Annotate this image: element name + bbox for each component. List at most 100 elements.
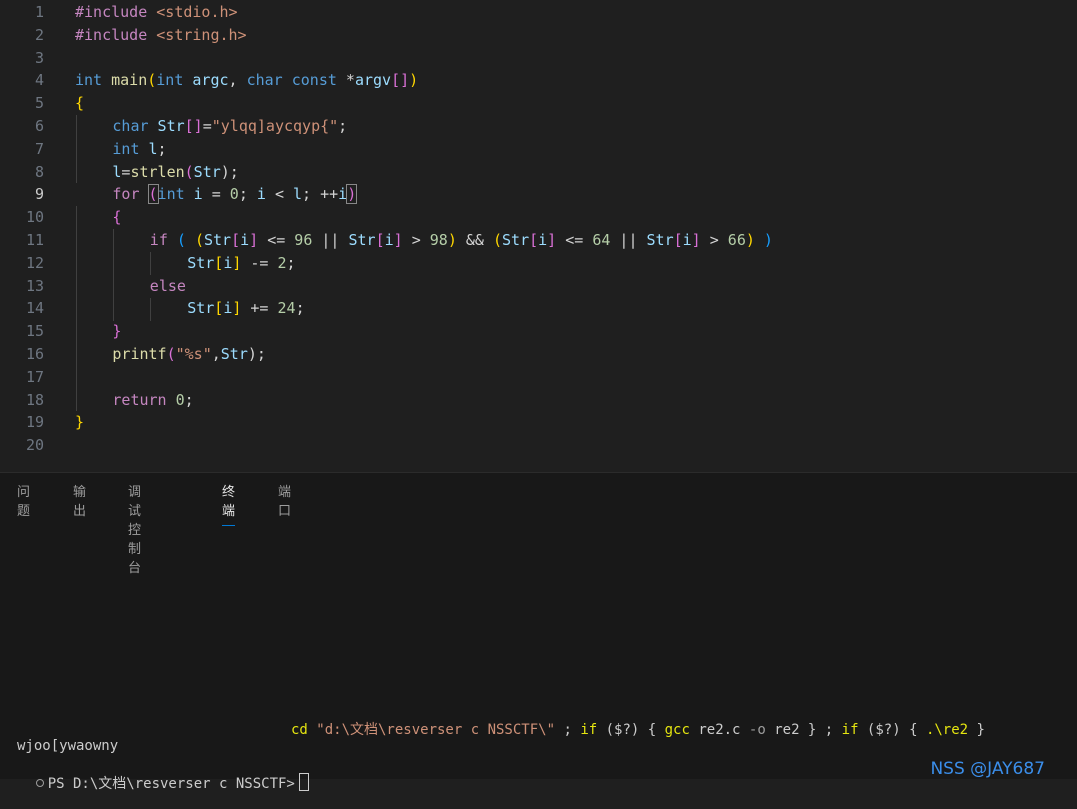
watermark: NSS @JAY687 <box>930 759 1045 779</box>
code-token: -= <box>241 253 278 272</box>
code-token: ; ++ <box>302 185 339 204</box>
code-token: i <box>256 185 266 204</box>
code-token: ] <box>547 231 557 249</box>
code-line[interactable]: 17 <box>0 366 1077 389</box>
code-token: Str <box>203 231 232 249</box>
terminal-prompt-line[interactable]: PS D:\文档\resverser c NSSCTF> <box>2 757 309 809</box>
code-editor[interactable]: 1 #include <stdio.h> 2 #include <string.h> 3… <box>0 0 1077 472</box>
code-token: [ <box>375 231 385 249</box>
code-line[interactable]: 13 else <box>0 275 1077 298</box>
code-token: = <box>202 117 212 135</box>
code-line[interactable]: 2 #include <string.h> <box>0 24 1077 47</box>
code-token: l <box>293 185 303 204</box>
code-line[interactable]: 12 Str[i] -= 2; <box>0 252 1077 275</box>
code-line[interactable]: 8 l=strlen(Str); <box>0 161 1077 184</box>
code-line[interactable]: 16 printf("%s",Str); <box>0 343 1077 366</box>
code-token: int <box>157 185 185 204</box>
code-token: [] <box>391 71 410 90</box>
code-text: return 0; <box>112 389 193 412</box>
command-token: .\re2 <box>925 722 969 738</box>
code-text: { <box>75 92 84 115</box>
line-number: 14 <box>25 299 44 318</box>
command-token: if <box>580 722 598 738</box>
code-token: ); <box>247 345 266 363</box>
line-number: 20 <box>25 436 44 455</box>
code-token: <stdio.h> <box>156 3 238 21</box>
code-token: [ <box>673 231 683 249</box>
code-token: ) <box>346 184 358 205</box>
code-token: } <box>75 413 85 432</box>
line-number: 10 <box>25 208 44 227</box>
command-token: ($?) { <box>597 722 665 738</box>
code-token: i <box>223 253 233 272</box>
code-token: Str <box>157 117 185 135</box>
code-line[interactable]: 11 if ( (Str[i] <= 96 || Str[i] > 98) && … <box>0 229 1077 252</box>
code-token: ( <box>147 71 157 90</box>
code-token: > <box>700 231 728 249</box>
code-line[interactable]: 1 #include <stdio.h> <box>0 1 1077 24</box>
code-line[interactable]: 10 { <box>0 206 1077 229</box>
code-token: [ <box>214 299 224 318</box>
line-number: 17 <box>25 367 44 386</box>
code-line[interactable]: 7 int l; <box>0 138 1077 161</box>
command-token: ($?) { <box>858 722 926 738</box>
code-token: i <box>338 185 348 204</box>
code-token: argc <box>192 71 229 90</box>
tab-ports[interactable]: 端口 <box>278 481 291 525</box>
code-token: [ <box>231 231 241 249</box>
line-number: 7 <box>34 139 44 158</box>
line-number: 4 <box>34 71 44 90</box>
code-text: int l; <box>112 138 166 161</box>
code-line[interactable]: 5{ <box>0 92 1077 115</box>
line-number: 5 <box>34 94 44 113</box>
code-line[interactable]: 6 char Str[]="ylqq]aycqyp{"; <box>0 115 1077 138</box>
code-token: main <box>111 71 148 90</box>
terminal-cursor <box>298 773 309 791</box>
code-line[interactable]: 15} <box>0 320 1077 343</box>
code-token: Str <box>220 345 248 363</box>
code-token: ; <box>238 185 257 204</box>
code-token: ; <box>157 139 167 158</box>
line-number: 6 <box>34 117 44 135</box>
code-line[interactable]: 14 Str[i] += 24; <box>0 297 1077 320</box>
code-text: char Str[]="ylqq]aycqyp{"; <box>112 115 347 138</box>
code-token: char <box>246 71 283 90</box>
command-token: cd <box>291 722 308 738</box>
terminal-prompt: PS D:\文档\resverser c NSSCTF> <box>47 776 295 792</box>
code-line[interactable]: 9 for (int i = 0; i < l; ++i) <box>0 183 1077 207</box>
code-line[interactable]: 19} <box>0 411 1077 434</box>
code-text: Str[i] -= 2; <box>187 252 295 275</box>
line-number: 13 <box>25 276 44 295</box>
code-line[interactable]: 3 <box>0 47 1077 70</box>
code-token: ] <box>393 231 403 249</box>
code-token: ; <box>184 390 194 409</box>
code-token: for <box>112 185 140 204</box>
tab-terminal[interactable]: 终端 <box>222 481 236 526</box>
code-token: l <box>148 139 158 158</box>
tab-debug-console[interactable]: 调试控制台 <box>128 481 141 582</box>
code-text: int main(int argc, char const *argv[]) <box>75 69 418 92</box>
code-token: return <box>112 390 167 409</box>
code-line[interactable]: 4 int main(int argc, char const *argv[]) <box>0 69 1077 92</box>
code-token: 96 <box>294 231 313 249</box>
code-token: ] <box>691 231 701 249</box>
tab-problems[interactable]: 问题 <box>17 481 30 525</box>
code-line[interactable]: 20 <box>0 434 1077 457</box>
code-token: ; <box>338 117 348 135</box>
code-token: 66 <box>727 231 746 249</box>
line-number: 19 <box>25 413 44 432</box>
code-token: ( <box>184 162 194 181</box>
code-token: ) <box>745 231 755 249</box>
code-token: { <box>112 208 122 227</box>
code-token: < <box>265 185 294 204</box>
code-line[interactable]: 18 return 0; <box>0 389 1077 412</box>
line-number: 16 <box>25 345 44 363</box>
tab-output[interactable]: 输出 <box>73 481 86 525</box>
code-token: Str <box>187 253 215 272</box>
